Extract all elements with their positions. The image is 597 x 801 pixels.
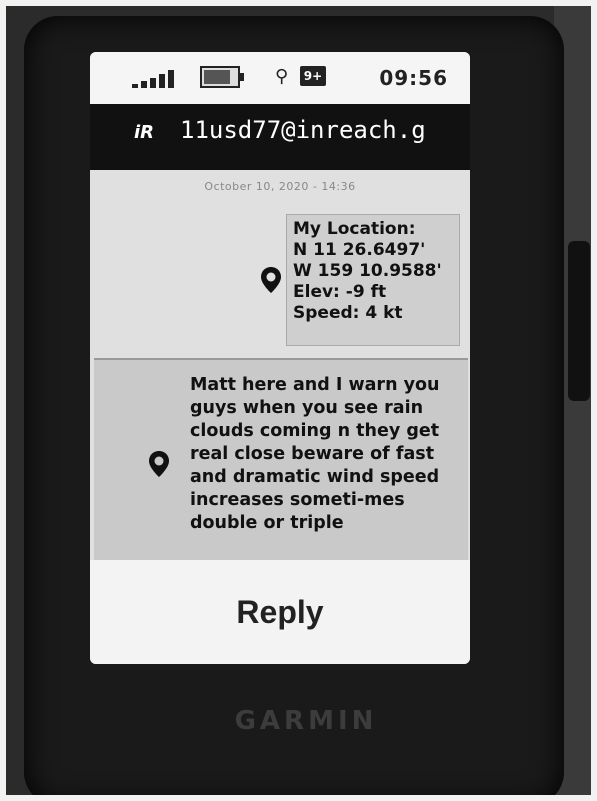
location-message[interactable]: My Location: N 11 26.6497' W 159 10.9588… bbox=[286, 214, 460, 346]
inreach-icon: iR bbox=[134, 122, 155, 143]
signal-icon bbox=[132, 68, 192, 88]
location-pin-icon bbox=[260, 266, 282, 298]
gps-icon: ⚲ bbox=[275, 66, 289, 87]
location-pin-icon bbox=[148, 450, 170, 482]
status-bar: ⚲ 9+ 09:56 bbox=[90, 52, 470, 105]
reply-area: Reply bbox=[90, 560, 470, 664]
photo-frame: ⚲ 9+ 09:56 iR 11usd77@inreach.g October … bbox=[6, 6, 591, 795]
message-timestamp: October 10, 2020 - 14:36 bbox=[204, 180, 356, 193]
garmin-logo: GARMIN bbox=[234, 706, 378, 736]
reply-button[interactable]: Reply bbox=[90, 560, 470, 664]
message-text: Matt here and I warn you guys when you s… bbox=[190, 375, 440, 533]
device-screen: ⚲ 9+ 09:56 iR 11usd77@inreach.g October … bbox=[90, 52, 470, 664]
location-text: My Location: N 11 26.6497' W 159 10.9588… bbox=[293, 219, 442, 323]
conversation-header: iR 11usd77@inreach.g bbox=[90, 104, 470, 170]
battery-icon bbox=[200, 66, 244, 88]
side-button bbox=[568, 241, 590, 401]
message-icon: 9+ bbox=[300, 66, 326, 86]
message-thread[interactable]: October 10, 2020 - 14:36 My Location: N … bbox=[90, 170, 470, 562]
clock: 09:56 bbox=[379, 66, 448, 90]
contact-address: 11usd77@inreach.g bbox=[180, 116, 426, 144]
text-message[interactable]: Matt here and I warn you guys when you s… bbox=[94, 358, 468, 562]
